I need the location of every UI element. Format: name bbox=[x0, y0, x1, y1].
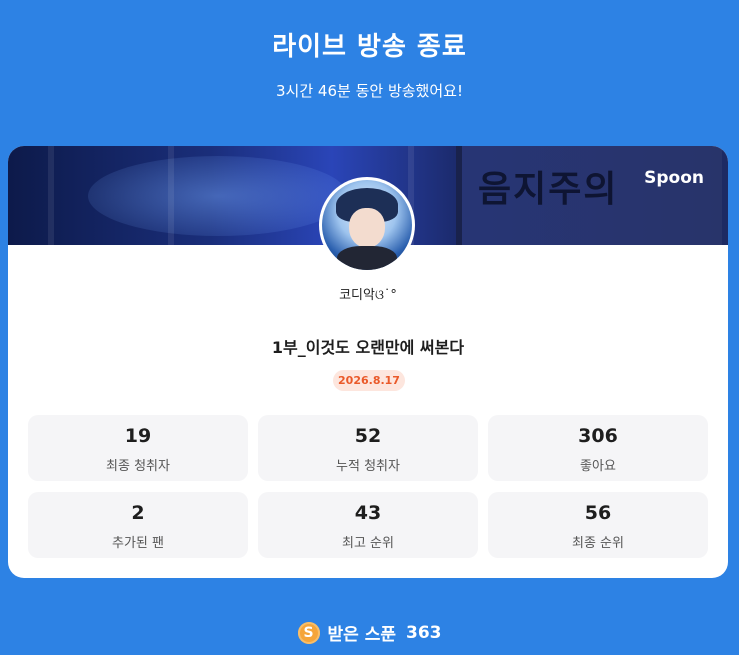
avatar-image bbox=[322, 180, 412, 270]
stat-value: 43 bbox=[354, 502, 382, 524]
stat-label: 추가된 팬 bbox=[112, 536, 164, 551]
received-spoons: S 받은 스푼 363 bbox=[0, 620, 739, 646]
stat-final-listeners: 19 최종 청취자 bbox=[28, 415, 248, 481]
banner-glow bbox=[88, 156, 348, 236]
dj-nickname: 코디악ଓ˙° bbox=[339, 288, 397, 303]
broadcast-duration-text: 3시간 46분 동안 방송했어요! bbox=[276, 82, 463, 100]
stat-label: 최종 청취자 bbox=[106, 459, 170, 474]
stat-best-rank: 43 최고 순위 bbox=[258, 492, 478, 558]
avatar-face bbox=[349, 208, 385, 248]
stat-label: 좋아요 bbox=[580, 459, 616, 474]
stream-title: 1부_이것도 오랜만에 써본다 bbox=[271, 338, 465, 357]
stat-likes: 306 좋아요 bbox=[488, 415, 708, 481]
spoon-logo: Spoon bbox=[644, 168, 704, 188]
stat-new-fans: 2 추가된 팬 bbox=[28, 492, 248, 558]
broadcast-date-badge: 2026.8.17 bbox=[333, 370, 405, 391]
banner-sign-text: 음지주의 bbox=[478, 169, 619, 210]
stat-label: 누적 청취자 bbox=[336, 459, 400, 474]
stat-final-rank: 56 최종 순위 bbox=[488, 492, 708, 558]
banner-stripe bbox=[168, 146, 174, 245]
stat-label: 최고 순위 bbox=[342, 536, 394, 551]
avatar-body bbox=[337, 246, 397, 270]
stat-total-listeners: 52 누적 청취자 bbox=[258, 415, 478, 481]
stat-label: 최종 순위 bbox=[572, 536, 624, 551]
received-spoons-count: 363 bbox=[405, 622, 442, 643]
broadcast-summary-card: 음지주의 Spoon 코디악ଓ˙° 1부_이것도 오랜만에 써본다 2026.8… bbox=[8, 146, 728, 578]
stat-value: 306 bbox=[578, 425, 618, 447]
stat-value: 19 bbox=[124, 425, 152, 447]
stat-value: 2 bbox=[131, 502, 145, 524]
banner-stripe bbox=[48, 146, 54, 245]
page-title: 라이브 방송 종료 bbox=[272, 32, 467, 62]
spoon-coin-icon: S bbox=[297, 621, 320, 644]
received-spoons-label: 받은 스푼 bbox=[327, 625, 396, 645]
avatar[interactable] bbox=[319, 177, 415, 273]
stat-value: 56 bbox=[584, 502, 612, 524]
stat-value: 52 bbox=[354, 425, 382, 447]
